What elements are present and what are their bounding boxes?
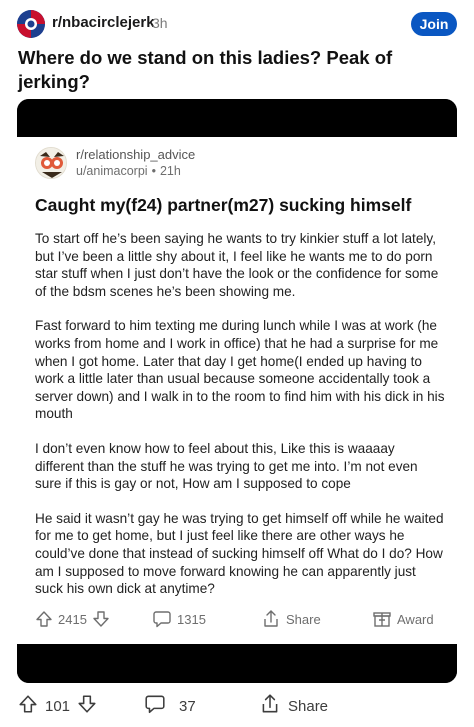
embedded-username: u/animacorpi [76, 164, 148, 178]
subreddit-name[interactable]: r/nbacirclejerk [52, 14, 155, 31]
body-paragraph: Fast forward to him texting me during lu… [35, 318, 445, 422]
post-header: r/nbacirclejerk 3h Join [0, 0, 474, 44]
embedded-screenshot[interactable]: r/relationship_advice u/animacorpi • 21h C… [17, 99, 457, 683]
comment-bubble-icon [144, 693, 166, 719]
comment-bubble-icon [152, 609, 172, 629]
upvote-arrow-icon[interactable] [18, 694, 38, 718]
embedded-subreddit-name: r/relationship_advice [76, 147, 196, 162]
share-icon [259, 693, 281, 719]
embedded-award: Award [372, 605, 434, 633]
post-age: 3h [152, 15, 168, 31]
body-paragraph: To start off he’s been saying he wants t… [35, 231, 439, 299]
award-icon [372, 609, 392, 629]
post-action-bar: 101 37 Share [0, 690, 474, 722]
vote-count: 101 [45, 697, 71, 715]
embedded-post-meta: u/animacorpi • 21h [76, 164, 181, 178]
downvote-arrow-icon [92, 610, 110, 628]
body-paragraph: I don’t even know how to feel about this… [35, 440, 418, 492]
embedded-share: Share [261, 605, 321, 633]
embedded-comment-count: 1315 [177, 611, 206, 627]
embedded-vote-count: 2415 [58, 611, 87, 627]
embedded-post-age: 21h [159, 164, 181, 178]
nba-subreddit-avatar-icon[interactable] [17, 10, 45, 38]
embedded-post-body: To start off he’s been saying he wants t… [35, 230, 445, 615]
screenshot-top-bar [17, 99, 457, 137]
share-icon [261, 609, 281, 629]
screenshot-bottom-bar [17, 644, 457, 683]
join-button[interactable]: Join [411, 12, 457, 36]
downvote-arrow-icon[interactable] [77, 694, 97, 718]
post-title[interactable]: Where do we stand on this ladies? Peak o… [18, 46, 458, 94]
embedded-comments: 1315 [152, 605, 206, 633]
embedded-post-card: r/relationship_advice u/animacorpi • 21h C… [17, 137, 457, 644]
embedded-action-bar: 2415 1315 Share Award [17, 605, 457, 633]
embedded-share-label: Share [286, 611, 321, 627]
body-paragraph: He said it wasn’t gay he was trying to g… [35, 510, 444, 597]
relationship-advice-avatar-icon [35, 147, 67, 179]
embedded-post-title: Caught my(f24) partner(m27) sucking hims… [35, 195, 412, 215]
share-button[interactable]: Share [259, 690, 328, 722]
vote-group: 101 [18, 690, 97, 722]
embedded-vote-group: 2415 [35, 605, 110, 633]
comment-count: 37 [179, 697, 196, 715]
share-label: Share [288, 697, 329, 715]
embedded-award-label: Award [397, 611, 434, 627]
meta-separator: • [151, 164, 156, 178]
upvote-arrow-icon [35, 610, 53, 628]
comments-button[interactable]: 37 [144, 690, 196, 722]
